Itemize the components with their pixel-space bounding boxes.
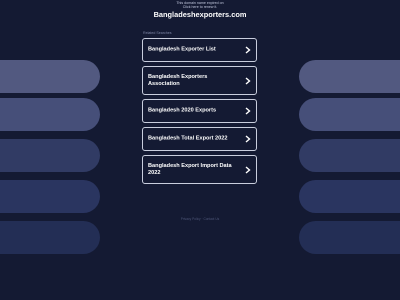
decorative-pill bbox=[0, 60, 100, 93]
chevron-right-icon bbox=[245, 46, 251, 54]
related-link-label: Bangladesh Total Export 2022 bbox=[148, 135, 228, 142]
decorative-pill bbox=[0, 221, 100, 254]
related-link-export-import-data-2022[interactable]: Bangladesh Export Import Data 2022 bbox=[142, 155, 257, 184]
related-searches-label: Related Searches bbox=[143, 31, 172, 35]
decorative-pill bbox=[299, 139, 400, 172]
related-link-total-export-2022[interactable]: Bangladesh Total Export 2022 bbox=[142, 127, 257, 151]
decorative-pill bbox=[0, 180, 100, 213]
expiry-notice[interactable]: This domain name expired on Click here t… bbox=[0, 1, 400, 10]
footer-links[interactable]: Privacy Policy · Contact Us bbox=[0, 217, 400, 221]
related-link-label: Bangladesh 2020 Exports bbox=[148, 107, 217, 114]
decorative-pill bbox=[299, 98, 400, 131]
related-link-label: Bangladesh Exporters Association bbox=[148, 73, 208, 87]
related-link-label: Bangladesh Exporter List bbox=[148, 46, 216, 53]
decorative-pill bbox=[0, 98, 100, 131]
chevron-right-icon bbox=[245, 135, 251, 143]
related-link-2020-exports[interactable]: Bangladesh 2020 Exports bbox=[142, 99, 257, 123]
related-link-exporters-association[interactable]: Bangladesh Exporters Association bbox=[142, 66, 257, 95]
decorative-pill bbox=[299, 221, 400, 254]
chevron-right-icon bbox=[245, 107, 251, 115]
domain-title: Bangladeshexporters.com bbox=[153, 10, 247, 19]
chevron-right-icon bbox=[245, 165, 251, 174]
related-link-exporter-list[interactable]: Bangladesh Exporter List bbox=[142, 38, 257, 62]
decorative-pill bbox=[0, 139, 100, 172]
decorative-pill bbox=[299, 180, 400, 213]
related-link-label: Bangladesh Export Import Data 2022 bbox=[148, 162, 232, 176]
chevron-right-icon bbox=[245, 76, 251, 85]
decorative-pill bbox=[299, 60, 400, 93]
parked-domain-page: This domain name expired on Click here t… bbox=[0, 0, 400, 300]
